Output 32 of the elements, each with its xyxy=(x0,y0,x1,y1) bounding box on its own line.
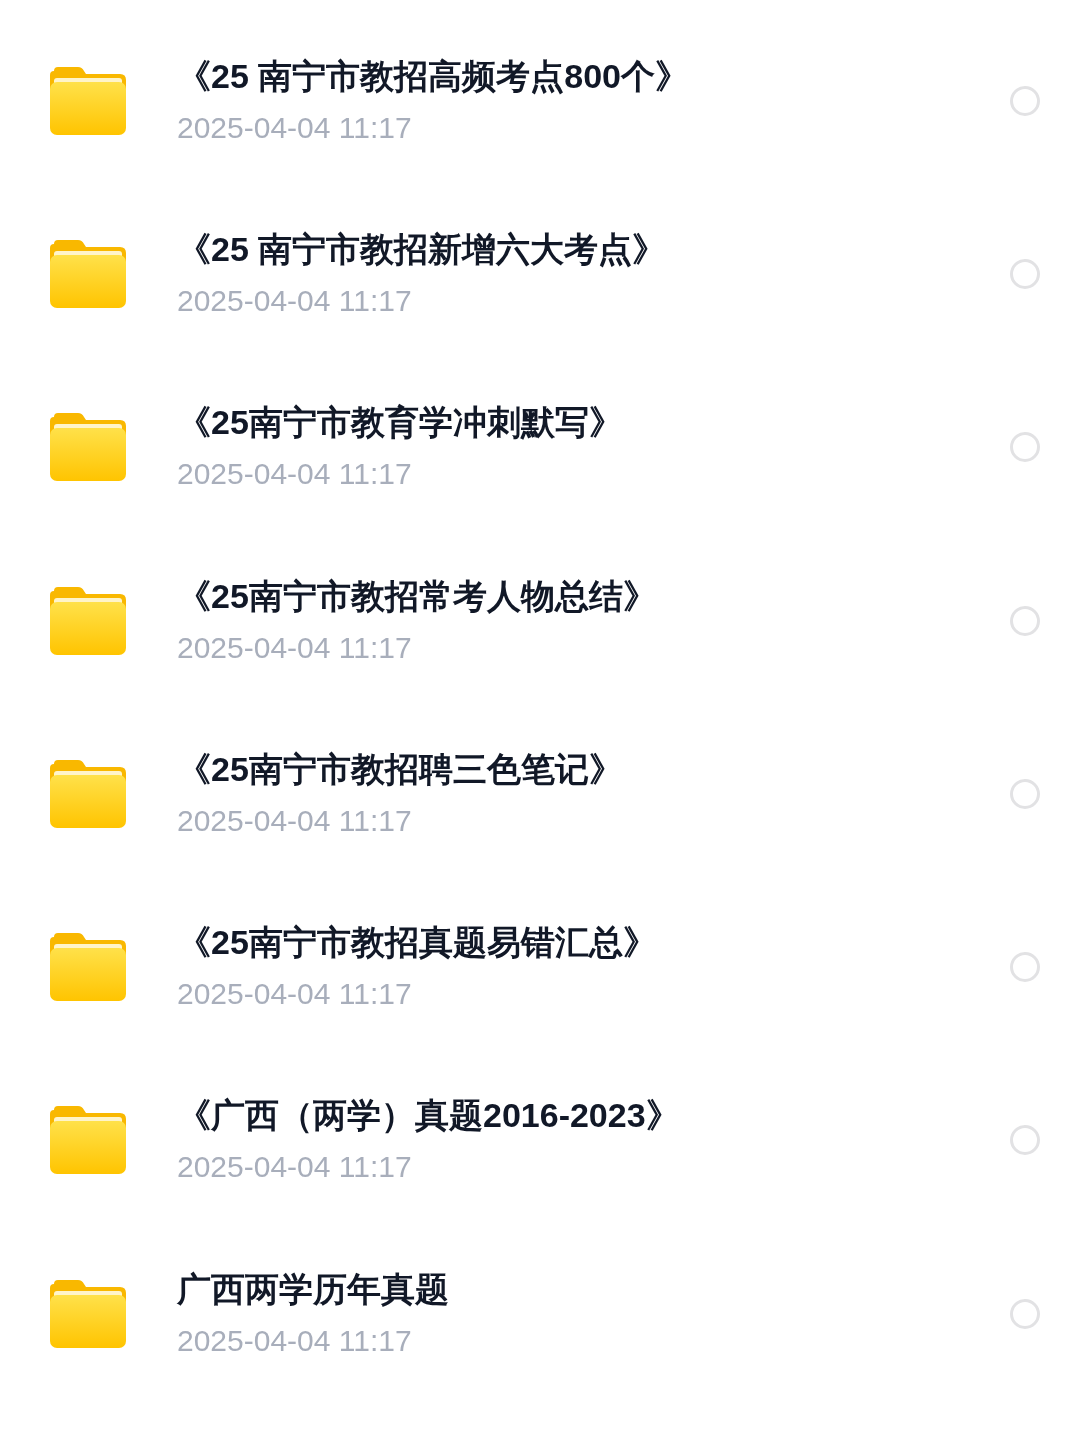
modified-date: 2025-04-04 11:17 xyxy=(177,109,413,146)
modified-date: 2025-04-04 11:17 xyxy=(177,1322,413,1359)
file-name: 《25南宁市教招聘三色笔记》 xyxy=(177,748,624,790)
file-name: 《25南宁市教招常考人物总结》 xyxy=(177,575,658,617)
file-name: 广西两学历年真题 xyxy=(177,1268,450,1310)
select-radio[interactable] xyxy=(1010,605,1040,636)
modified-date: 2025-04-04 11:17 xyxy=(177,456,413,493)
file-name: 《广西（两学）真题2016-2023》 xyxy=(177,1095,681,1137)
folder-icon xyxy=(50,413,126,482)
modified-date: 2025-04-04 11:17 xyxy=(177,629,413,666)
modified-date: 2025-04-04 11:17 xyxy=(177,1149,413,1186)
folder-icon xyxy=(50,759,126,828)
folder-icon xyxy=(50,1279,126,1348)
file-name: 《25南宁市教育学冲刺默写》 xyxy=(177,402,624,444)
folder-icon xyxy=(50,586,126,655)
file-name: 《25 南宁市教招新增六大考点》 xyxy=(177,228,668,270)
folder-icon xyxy=(50,933,126,1002)
select-radio[interactable] xyxy=(1010,1125,1040,1156)
folder-icon xyxy=(50,66,126,135)
select-radio[interactable] xyxy=(1010,432,1040,463)
folder-icon xyxy=(50,1106,126,1175)
file-name: 《25 南宁市教招高频考点800个》 xyxy=(177,55,690,97)
select-radio[interactable] xyxy=(1010,85,1040,116)
select-radio[interactable] xyxy=(1010,952,1040,983)
select-radio[interactable] xyxy=(1010,258,1040,289)
file-name: 《25南宁市教招真题易错汇总》 xyxy=(177,922,658,964)
modified-date: 2025-04-04 11:17 xyxy=(177,802,413,839)
select-radio[interactable] xyxy=(1010,1298,1040,1329)
select-radio[interactable] xyxy=(1010,778,1040,809)
modified-date: 2025-04-04 11:17 xyxy=(177,976,413,1013)
modified-date: 2025-04-04 11:17 xyxy=(177,282,413,319)
folder-icon xyxy=(50,239,126,308)
